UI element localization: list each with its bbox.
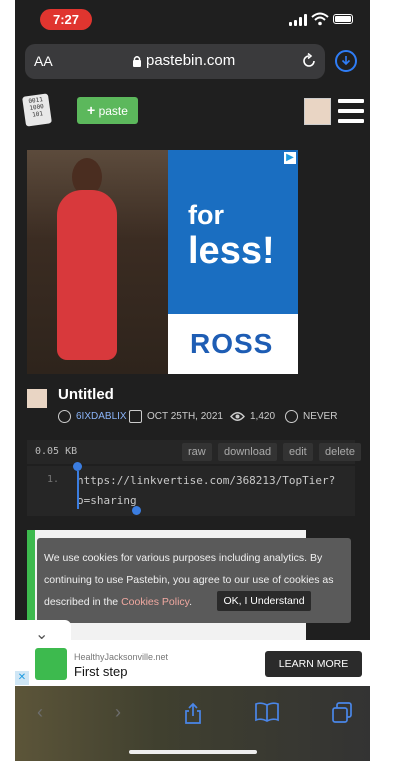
accept-cookies-button[interactable]: OK, I Understand — [217, 591, 311, 611]
paste-expiration: NEVER — [303, 411, 338, 422]
calendar-icon — [129, 410, 142, 423]
phone-screen: 7:27 AA pastebin.com 00111000101 + pas — [15, 0, 370, 761]
user-icon — [58, 410, 71, 423]
author-avatar[interactable] — [27, 389, 47, 408]
learn-more-button[interactable]: LEARN MORE — [265, 651, 362, 677]
plus-icon: + — [87, 102, 96, 118]
timer-icon — [285, 410, 298, 423]
paste-size: 0.05 KB — [35, 446, 78, 457]
lock-icon — [133, 56, 141, 67]
ad-panel: ▶ for less! — [168, 150, 298, 314]
adchoices-icon[interactable]: ▶ — [284, 152, 296, 164]
cookie-notice: We use cookies for various purposes incl… — [37, 538, 351, 623]
banner-ad[interactable]: ✕ HealthyJacksonville.net First step LEA… — [15, 640, 370, 686]
ad-text-for: for — [188, 200, 224, 230]
raw-button[interactable]: raw — [182, 443, 212, 461]
paste-views: 1,420 — [250, 411, 276, 422]
back-icon[interactable]: ‹ — [37, 702, 43, 723]
paste-button-label: paste — [98, 104, 128, 118]
ad-photo — [27, 150, 168, 374]
edit-button[interactable]: edit — [283, 443, 313, 461]
ad-text-less: less! — [188, 230, 275, 272]
battery-icon — [333, 14, 353, 24]
advertiser-source: HealthyJacksonville.net — [74, 652, 169, 662]
home-indicator[interactable] — [129, 750, 257, 754]
cellular-signal-icon — [289, 14, 309, 26]
code-toolbar: 0.05 KB raw download edit delete — [27, 440, 361, 464]
forward-icon[interactable]: › — [115, 702, 121, 723]
selection-handle-end[interactable] — [132, 506, 141, 515]
advertisement-top[interactable]: ▶ for less! ROSS — [27, 150, 298, 374]
wifi-icon — [311, 12, 329, 26]
bookmarks-icon[interactable] — [255, 702, 279, 722]
paste-date: OCT 25TH, 2021 — [147, 411, 223, 422]
user-avatar[interactable] — [304, 98, 331, 125]
ad-brand-logo: ROSS — [190, 328, 274, 359]
address-bar[interactable]: AA pastebin.com — [25, 44, 325, 79]
paste-title: Untitled — [58, 386, 114, 403]
downloads-icon[interactable] — [335, 50, 357, 72]
tabs-icon[interactable] — [331, 702, 353, 724]
new-paste-button[interactable]: + paste — [77, 97, 138, 124]
delete-button[interactable]: delete — [319, 443, 361, 461]
line-number: 1. — [47, 474, 60, 485]
status-time: 7:27 — [40, 9, 92, 30]
cookies-policy-link[interactable]: Cookies Policy — [121, 596, 189, 608]
banner-headline: First step — [74, 664, 128, 679]
hamburger-menu-icon[interactable] — [338, 99, 364, 123]
advertiser-logo — [35, 648, 67, 680]
ad-brand-area: ROSS — [168, 314, 298, 374]
selection-handle-start[interactable] — [73, 462, 82, 471]
url-text[interactable]: pastebin.com — [146, 52, 235, 69]
collapse-ad-button[interactable]: ⌄ — [15, 620, 71, 643]
share-icon[interactable] — [183, 702, 203, 724]
text-selection — [77, 471, 153, 509]
ad-close-icon[interactable]: ✕ — [15, 671, 29, 685]
text-size-button[interactable]: AA — [34, 53, 53, 69]
pastebin-logo[interactable]: 0011 1000 101 — [22, 93, 52, 127]
paste-author[interactable]: 6IXDABLIX — [76, 411, 127, 422]
download-button[interactable]: download — [218, 443, 278, 461]
eye-icon — [230, 412, 245, 421]
reload-icon[interactable] — [301, 53, 317, 69]
status-bar: 7:27 — [15, 0, 370, 40]
browser-toolbar: ‹ › — [15, 686, 370, 761]
